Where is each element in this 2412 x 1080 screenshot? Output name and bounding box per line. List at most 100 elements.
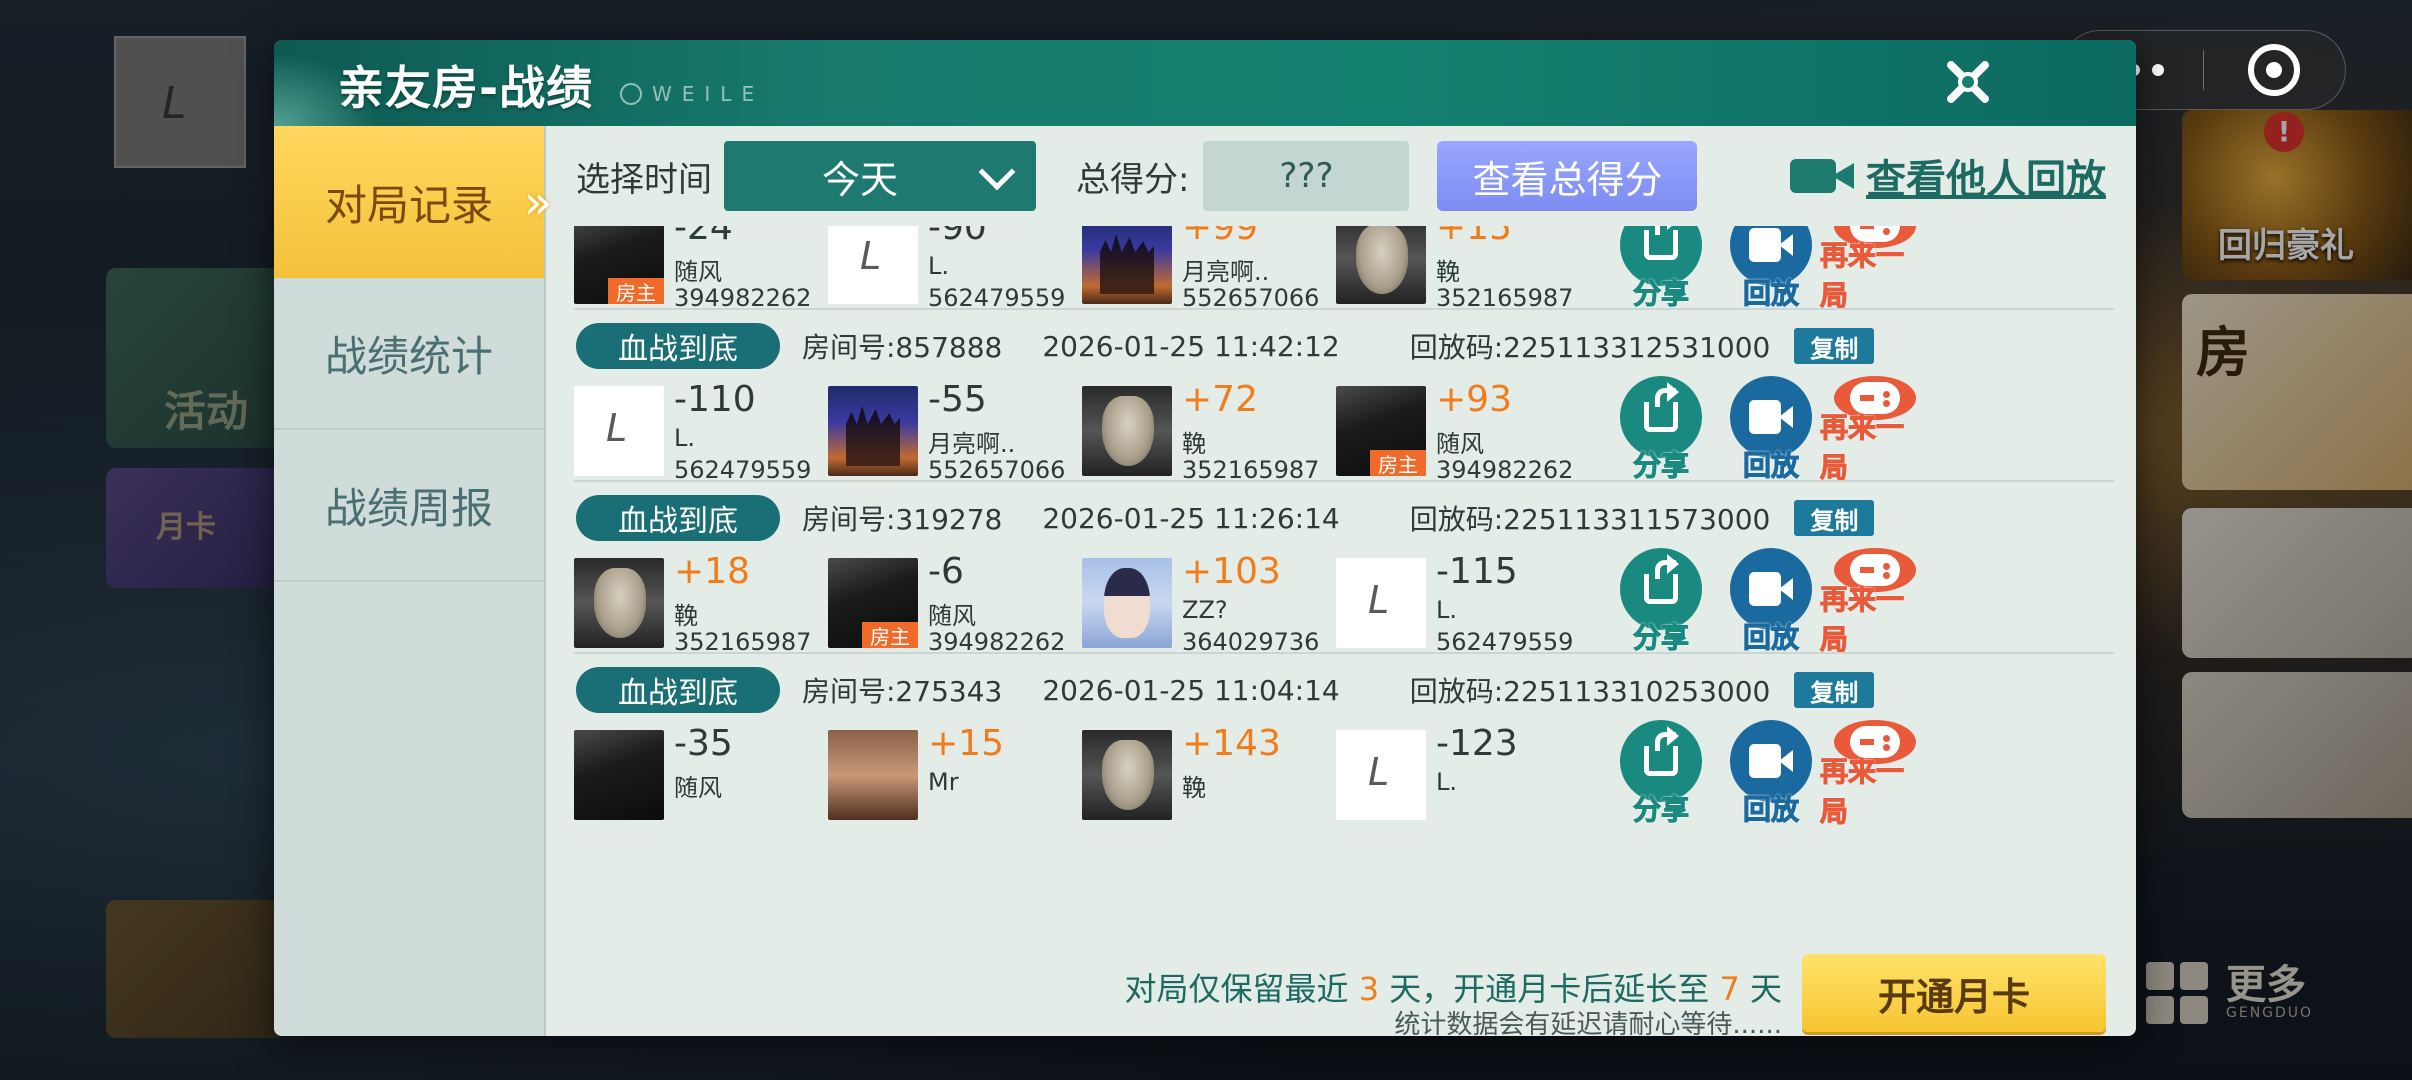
sidebar: 对局记录 战绩统计 战绩周报: [274, 126, 546, 1036]
player-score: +15: [928, 723, 1004, 764]
record-actions: 分享 回放 再来一局: [1606, 720, 1966, 830]
replay-label: 回放: [1742, 449, 1799, 483]
view-total-score-button[interactable]: 查看总得分: [1437, 141, 1698, 211]
play-again-button[interactable]: 再来一局: [1820, 548, 1930, 658]
player-name: Mr: [928, 768, 959, 796]
record-header: 血战到底 房间号:275343 2026-01-25 11:04:14 回放码:225…: [546, 660, 2136, 720]
player-name: 随风: [1436, 430, 1484, 458]
play-again-button[interactable]: 再来一局: [1820, 720, 1930, 830]
player-entry: +18 鞔 352165987: [574, 554, 824, 658]
player-avatar[interactable]: 房主: [574, 226, 664, 304]
player-entry: 房主 -6 随风 394982262: [828, 554, 1078, 658]
view-others-replay-link[interactable]: 查看他人回放: [1790, 147, 2106, 205]
share-button[interactable]: 分享: [1606, 720, 1716, 830]
replay-code: 回放码:225113310253000: [1409, 675, 1771, 708]
player-score: +143: [1182, 723, 1281, 764]
host-tag: 房主: [862, 622, 918, 648]
share-button[interactable]: 分享: [1606, 226, 1716, 314]
brand-logo-icon: [620, 83, 642, 105]
open-month-card-button[interactable]: 开通月卡: [1802, 954, 2106, 1032]
replay-button[interactable]: 回放: [1716, 548, 1826, 658]
share-icon: [1644, 554, 1679, 604]
copy-button[interactable]: 复制: [1794, 672, 1875, 708]
replay-button[interactable]: 回放: [1716, 720, 1826, 830]
record-players-row: 房主 -24 随风 394982262 L -90 L. 562479559 +99 月亮啊.. 5…: [546, 226, 2136, 314]
close-button[interactable]: [1938, 52, 1998, 112]
game-mode-pill: 血战到底: [576, 495, 780, 541]
dialog-title: 亲友房-战绩: [338, 61, 594, 115]
player-score: -90: [928, 226, 987, 248]
share-label: 分享: [1632, 277, 1689, 311]
match-time: 2026-01-25 11:42:12: [1042, 329, 1340, 363]
player-avatar[interactable]: 房主: [828, 558, 918, 648]
player-score: -115: [1436, 551, 1518, 592]
time-select[interactable]: 今天: [724, 141, 1036, 211]
player-name: 随风: [674, 774, 722, 802]
player-avatar[interactable]: L: [1336, 558, 1426, 648]
time-label: 选择时间: [576, 159, 712, 200]
player-avatar[interactable]: [574, 730, 664, 820]
player-score: +18: [674, 551, 750, 592]
player-entry: L -123 L.: [1336, 726, 1586, 830]
share-icon: [1644, 382, 1679, 432]
player-avatar[interactable]: L: [828, 226, 918, 304]
dialog-footer: 对局仅保留最近 3 天，开通月卡后延长至 7 天 统计数据会有延迟请耐心等待..…: [546, 952, 2136, 1036]
record-actions: 分享 回放 再来一局: [1606, 226, 1966, 314]
record-divider: [574, 652, 2114, 654]
copy-button[interactable]: 复制: [1794, 500, 1875, 536]
player-avatar[interactable]: L: [574, 386, 664, 476]
replay-label: 回放: [1742, 621, 1799, 655]
player-score: +103: [1182, 551, 1281, 592]
player-entry: 房主 +93 随风 394982262: [1336, 382, 1586, 486]
records-list[interactable]: 房主 -24 随风 394982262 L -90 L. 562479559 +99 月亮啊.. 5…: [546, 226, 2136, 952]
gamepad-icon: [1850, 382, 1900, 414]
player-name: L.: [674, 424, 695, 452]
tab-match-records[interactable]: 对局记录: [274, 126, 544, 278]
match-time: 2026-01-25 11:26:14: [1042, 501, 1340, 535]
player-avatar[interactable]: [1082, 730, 1172, 820]
player-avatar[interactable]: [574, 558, 664, 648]
player-entry: -35 随风: [574, 726, 824, 830]
player-avatar[interactable]: [1336, 226, 1426, 304]
player-avatar[interactable]: [1082, 558, 1172, 648]
video-icon: [1749, 744, 1793, 778]
total-score-label: 总得分:: [1076, 159, 1190, 200]
play-again-button[interactable]: 再来一局: [1820, 226, 1930, 314]
player-score: +99: [1182, 226, 1258, 248]
player-name: L.: [1436, 596, 1457, 624]
player-entry: 房主 -24 随风 394982262: [574, 226, 824, 314]
match-time: 2026-01-25 11:04:14: [1042, 673, 1340, 707]
replay-button[interactable]: 回放: [1716, 376, 1826, 486]
player-entry: +143 鞔: [1082, 726, 1332, 830]
tab-weekly-report[interactable]: 战绩周报: [274, 430, 544, 582]
player-avatar[interactable]: [1082, 226, 1172, 304]
play-again-button[interactable]: 再来一局: [1820, 376, 1930, 486]
copy-button[interactable]: 复制: [1794, 328, 1875, 364]
delay-notice: 统计数据会有延迟请耐心等待......: [1394, 1010, 1782, 1036]
player-avatar[interactable]: 房主: [1336, 386, 1426, 476]
player-score: -6: [928, 551, 964, 592]
player-entry: +15 鞔 352165987: [1336, 226, 1586, 314]
share-icon: [1644, 226, 1679, 260]
player-entry: +72 鞔 352165987: [1082, 382, 1332, 486]
share-button[interactable]: 分享: [1606, 376, 1716, 486]
tab-record-stats[interactable]: 战绩统计: [274, 278, 544, 430]
record-players-row: +18 鞔 352165987 房主 -6 随风 394982262 +103 ZZ? 36402…: [546, 548, 2136, 658]
share-button[interactable]: 分享: [1606, 548, 1716, 658]
player-score: -35: [674, 723, 733, 764]
share-label: 分享: [1632, 793, 1689, 827]
player-avatar[interactable]: [828, 730, 918, 820]
brand-text: WEILE: [652, 82, 765, 106]
exit-target-icon[interactable]: [2204, 31, 2346, 109]
records-dialog: 亲友房-战绩 WEILE 对局记录 战绩统计 战绩周报 选择时间 今天 总得分:…: [274, 40, 2136, 1036]
replay-button[interactable]: 回放: [1716, 226, 1826, 314]
player-entry: L -115 L. 562479559: [1336, 554, 1586, 658]
player-name: 鞔: [1436, 258, 1460, 286]
player-avatar[interactable]: [1082, 386, 1172, 476]
player-avatar[interactable]: [828, 386, 918, 476]
player-name: 随风: [674, 258, 722, 286]
player-entry: +103 ZZ? 364029736: [1082, 554, 1332, 658]
host-tag: 房主: [608, 278, 664, 304]
player-score: +15: [1436, 226, 1512, 248]
player-avatar[interactable]: L: [1336, 730, 1426, 820]
